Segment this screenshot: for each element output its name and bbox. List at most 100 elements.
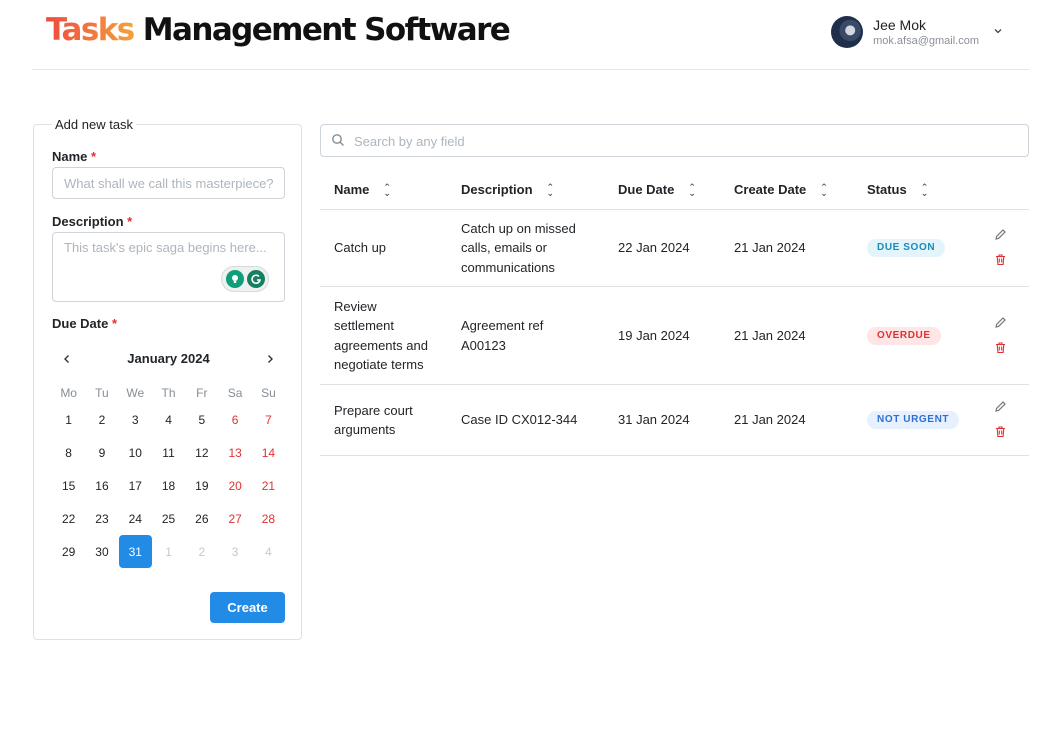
weekday-label: Mo <box>60 386 77 400</box>
calendar-month-title[interactable]: January 2024 <box>52 351 285 366</box>
user-name: Jee Mok <box>873 16 926 33</box>
calendar-day[interactable]: 30 <box>85 535 118 568</box>
panel-legend: Add new task <box>52 117 137 132</box>
task-description: Case ID CX012-344 <box>461 410 577 430</box>
task-name: Catch up <box>334 238 386 258</box>
user-email: mok.afsa@gmail.com <box>873 34 979 47</box>
grammarly-icon[interactable] <box>246 270 265 288</box>
calendar-day[interactable]: 13 <box>218 436 251 469</box>
calendar-day[interactable]: 25 <box>152 502 185 535</box>
calendar-day[interactable]: 29 <box>52 535 85 568</box>
table-body: Catch up Catch up on missed calls, emails … <box>320 210 1029 456</box>
task-due-date: 22 Jan 2024 <box>618 240 690 256</box>
column-header-label: Status <box>867 182 907 197</box>
description-label: Description * <box>52 214 132 229</box>
calendar-day[interactable]: 3 <box>218 535 251 568</box>
edit-icon[interactable] <box>994 228 1008 242</box>
calendar-day-selected[interactable]: 31 <box>118 535 152 568</box>
calendar-day[interactable]: 2 <box>85 403 118 436</box>
required-mark: * <box>91 149 97 164</box>
calendar-day[interactable]: 3 <box>119 403 152 436</box>
edit-icon[interactable] <box>994 316 1008 330</box>
brand-rest: Management Software <box>142 12 511 48</box>
calendar-day[interactable]: 24 <box>119 502 152 535</box>
sort-icon[interactable]: ⌃ ⌄ <box>820 182 828 197</box>
table-header: Name ⌃ ⌄ Description ⌃ ⌄ Due Date ⌃ ⌄ Creat… <box>320 170 1029 210</box>
chevron-down-icon[interactable] <box>993 26 1003 38</box>
column-header-label: Due Date <box>618 182 675 197</box>
calendar-day[interactable]: 17 <box>119 469 152 502</box>
weekday-label: Th <box>161 386 176 400</box>
task-create-date: 21 Jan 2024 <box>734 240 806 256</box>
column-header-description[interactable]: Description ⌃ ⌄ <box>461 182 554 197</box>
sort-icon[interactable]: ⌃ ⌄ <box>383 182 391 197</box>
calendar-day[interactable]: 12 <box>185 436 218 469</box>
column-header-name[interactable]: Name ⌃ ⌄ <box>334 182 391 197</box>
calendar-day[interactable]: 9 <box>85 436 118 469</box>
task-name-line: agreements and <box>334 337 428 353</box>
calendar-day[interactable]: 7 <box>252 403 285 436</box>
weekday-label: Fr <box>196 386 208 400</box>
calendar-day[interactable]: 28 <box>252 502 285 535</box>
calendar-day[interactable]: 5 <box>185 403 218 436</box>
calendar-day[interactable]: 1 <box>152 535 185 568</box>
bulb-icon[interactable] <box>225 270 244 288</box>
calendar-day[interactable]: 15 <box>52 469 85 502</box>
app-title: Tasks Management Software <box>46 12 511 48</box>
trash-icon[interactable] <box>994 253 1008 267</box>
task-name-line: Review <box>334 298 377 314</box>
calendar-day[interactable]: 2 <box>185 535 218 568</box>
column-header-due-date[interactable]: Due Date ⌃ ⌄ <box>618 182 696 197</box>
task-create-date: 21 Jan 2024 <box>734 327 806 343</box>
trash-icon[interactable] <box>994 425 1008 439</box>
calendar-day[interactable]: 20 <box>218 469 251 502</box>
required-mark: * <box>127 214 133 229</box>
column-header-status[interactable]: Status ⌃ ⌄ <box>867 182 928 197</box>
trash-icon[interactable] <box>994 341 1008 355</box>
search-input[interactable] <box>352 125 1016 158</box>
calendar-day[interactable]: 14 <box>252 436 285 469</box>
column-header-label: Name <box>334 182 370 197</box>
calendar-day[interactable]: 8 <box>52 436 85 469</box>
calendar-day[interactable]: 4 <box>152 403 185 436</box>
required-mark: * <box>111 316 118 331</box>
name-label: Name * <box>52 149 96 164</box>
chevron-right-icon[interactable] <box>258 347 282 371</box>
calendar-day[interactable]: 10 <box>119 436 152 469</box>
calendar-weekdays: Mo Tu We Th Fr Sa Su <box>52 383 285 403</box>
task-description: Catch up on missed calls, emails or commun… <box>461 219 576 278</box>
task-name-line: negotiate terms <box>334 357 424 372</box>
calendar-day[interactable]: 27 <box>218 502 251 535</box>
calendar-day[interactable]: 6 <box>218 403 251 436</box>
calendar-day[interactable]: 16 <box>85 469 118 502</box>
status-badge: DUE SOON <box>867 239 946 257</box>
weekday-label: Sa <box>227 386 243 400</box>
sort-icon[interactable]: ⌃ ⌄ <box>921 182 929 197</box>
due-date-label: Due Date * <box>52 316 117 331</box>
sort-icon[interactable]: ⌃ ⌄ <box>688 182 696 197</box>
edit-icon[interactable] <box>994 400 1008 414</box>
grammarly-widget[interactable] <box>221 266 269 292</box>
calendar-day[interactable]: 1 <box>52 403 85 436</box>
task-description: Agreement ref A00123 <box>461 316 543 355</box>
task-name-line: Catch up <box>334 240 387 256</box>
task-description-line: communications <box>461 259 555 275</box>
description-label-text: Description <box>52 214 124 229</box>
calendar-day[interactable]: 21 <box>252 469 285 502</box>
user-menu[interactable]: Jee Mok mok.afsa@gmail.com <box>831 16 1003 48</box>
task-description-line: A00123 <box>461 337 506 353</box>
calendar-day[interactable]: 19 <box>185 469 218 502</box>
task-create-date: 21 Jan 2024 <box>734 412 806 428</box>
column-header-create-date[interactable]: Create Date ⌃ ⌄ <box>734 182 828 197</box>
sort-icon[interactable]: ⌃ ⌄ <box>547 182 555 197</box>
calendar-day[interactable]: 23 <box>85 502 118 535</box>
calendar-day[interactable]: 26 <box>185 502 218 535</box>
calendar-day[interactable]: 11 <box>152 436 185 469</box>
create-button[interactable]: Create <box>210 592 285 623</box>
calendar-day[interactable]: 4 <box>252 535 285 568</box>
calendar-day[interactable]: 18 <box>152 469 185 502</box>
calendar-day[interactable]: 22 <box>52 502 85 535</box>
task-name: Prepare court arguments <box>334 401 413 440</box>
name-input[interactable] <box>52 167 285 199</box>
table-row: Catch up Catch up on missed calls, emails … <box>320 210 1029 287</box>
